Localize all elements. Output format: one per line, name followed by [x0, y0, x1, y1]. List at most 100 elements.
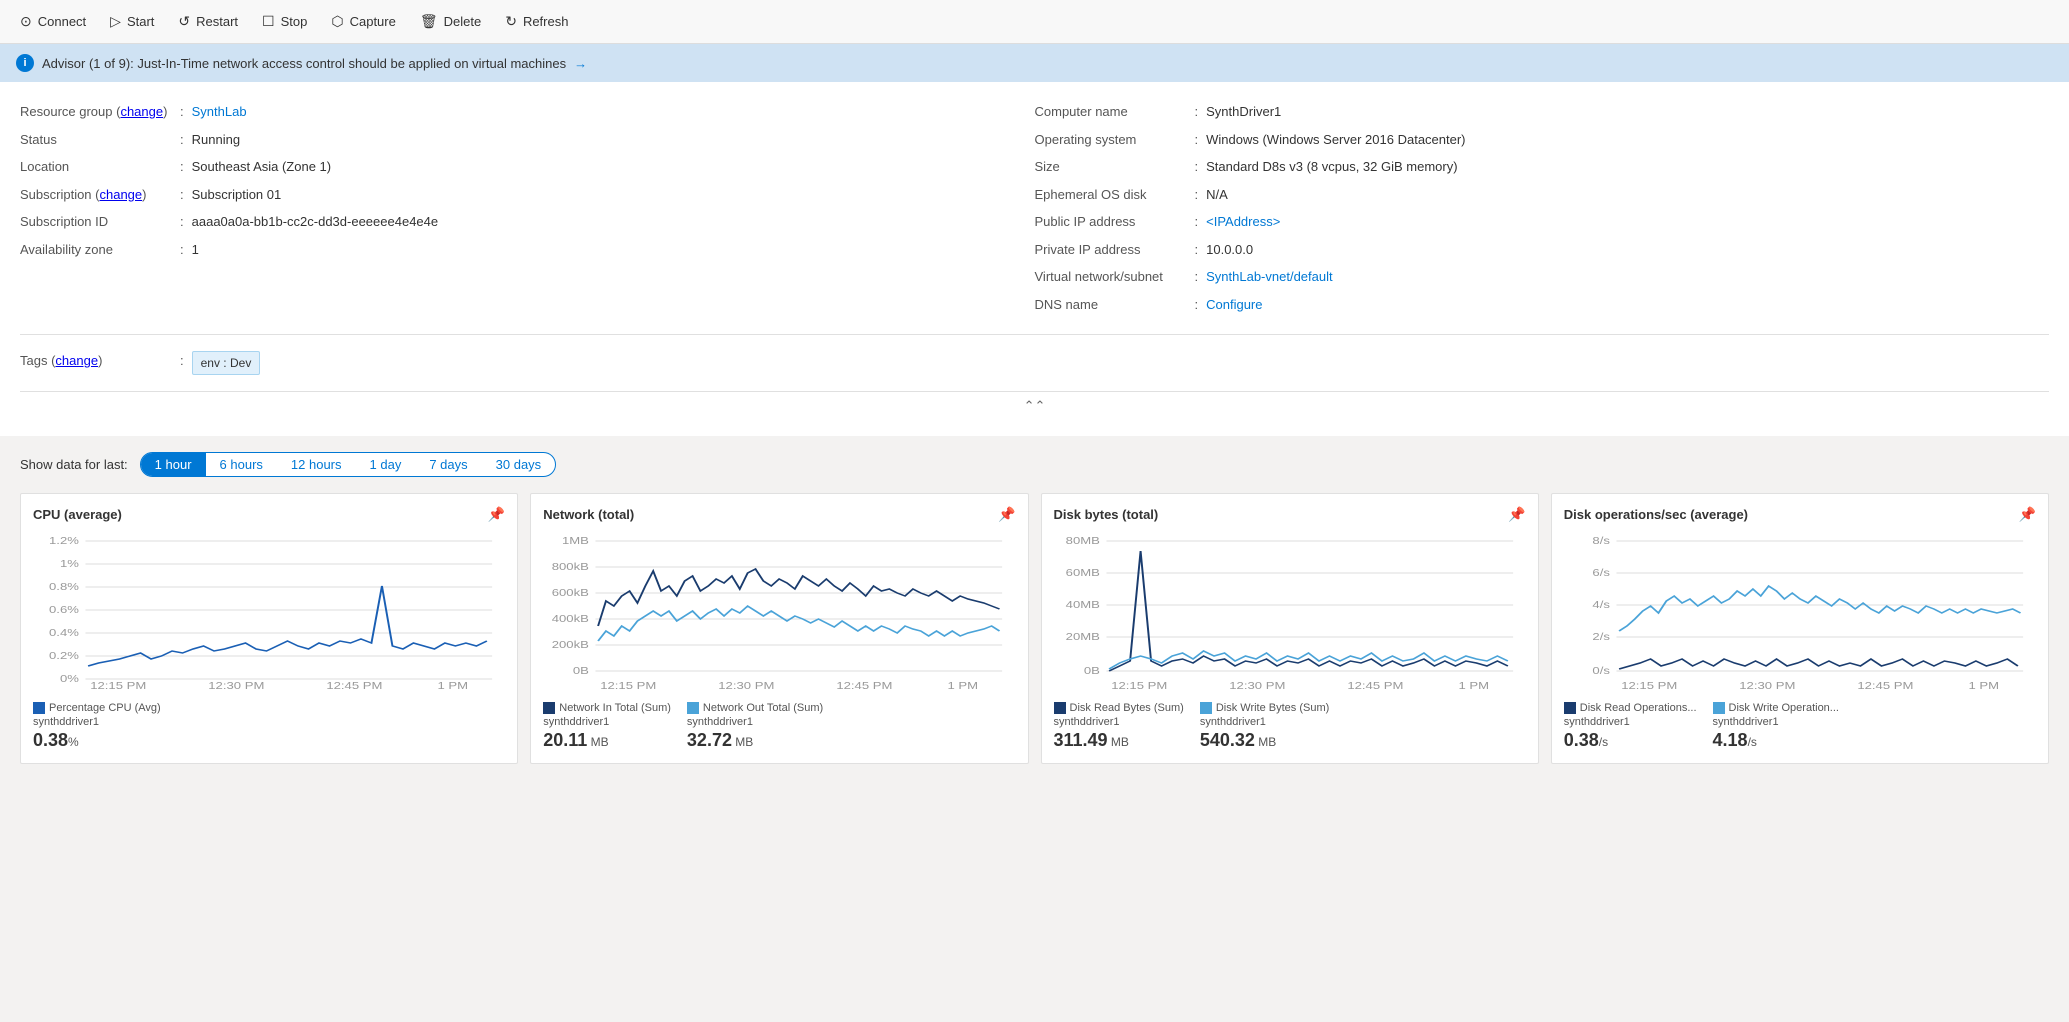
start-icon: ▷: [110, 13, 121, 30]
disk-bytes-chart-svg: 80MB 60MB 40MB 20MB 0B 12:15 PM 12:30 PM…: [1054, 531, 1526, 694]
svg-text:0.6%: 0.6%: [49, 604, 79, 615]
svg-text:12:15 PM: 12:15 PM: [1111, 680, 1167, 691]
delete-icon: 🗑: [420, 13, 438, 30]
advisor-text: Advisor (1 of 9): Just-In-Time network a…: [42, 56, 566, 71]
time-btn-7days[interactable]: 7 days: [415, 453, 481, 476]
change-resourcegroup-link[interactable]: change: [120, 104, 163, 119]
svg-text:1 PM: 1 PM: [948, 680, 979, 691]
time-btn-6hours[interactable]: 6 hours: [206, 453, 277, 476]
info-row-ephemeraldisk: Ephemeral OS disk : N/A: [1035, 181, 2050, 209]
svg-text:12:45 PM: 12:45 PM: [1347, 680, 1403, 691]
svg-text:1 PM: 1 PM: [437, 680, 468, 691]
svg-text:1 PM: 1 PM: [1968, 680, 1999, 691]
refresh-icon: ↻: [505, 13, 517, 30]
advisor-link[interactable]: →: [574, 56, 587, 71]
svg-text:12:45 PM: 12:45 PM: [326, 680, 382, 691]
capture-icon: ⬡: [331, 13, 343, 30]
cpu-chart-svg: 1.2% 1% 0.8% 0.6% 0.4% 0.2% 0% 12:15 PM …: [33, 531, 505, 694]
svg-text:0B: 0B: [1083, 665, 1099, 676]
disk-bytes-legend: Disk Read Bytes (Sum) synthddriver1 311.…: [1054, 702, 1526, 751]
info-row-subscriptionid: Subscription ID : aaaa0a0a-bb1b-cc2c-dd3…: [20, 208, 1035, 236]
stop-button[interactable]: ☐ Stop: [250, 0, 319, 43]
charts-grid: CPU (average) 📌 1.2% 1% 0.8%: [20, 493, 2049, 764]
cpu-pin-icon[interactable]: 📌: [488, 506, 505, 523]
info-row-privateip: Private IP address : 10.0.0.0: [1035, 236, 2050, 264]
disk-ops-chart-card: Disk operations/sec (average) 📌 8/s 6/s …: [1551, 493, 2049, 764]
svg-text:200kB: 200kB: [552, 639, 589, 650]
collapse-bar[interactable]: ⌃⌃: [20, 392, 2049, 420]
svg-text:1.2%: 1.2%: [49, 535, 79, 546]
svg-text:4/s: 4/s: [1592, 599, 1610, 610]
svg-text:2/s: 2/s: [1592, 631, 1610, 642]
capture-button[interactable]: ⬡ Capture: [319, 0, 407, 43]
dns-link[interactable]: Configure: [1206, 297, 1262, 312]
svg-text:12:30 PM: 12:30 PM: [208, 680, 264, 691]
data-filter: Show data for last: 1 hour 6 hours 12 ho…: [20, 452, 2049, 477]
tags-section: Tags (change) : env : Dev: [20, 335, 2049, 392]
network-chart-svg: 1MB 800kB 600kB 400kB 200kB 0B 12:15 PM …: [543, 531, 1015, 694]
network-pin-icon[interactable]: 📌: [998, 506, 1015, 523]
svg-text:400kB: 400kB: [552, 613, 589, 624]
info-row-subscription: Subscription (change) : Subscription 01: [20, 181, 1035, 209]
info-left: Resource group (change) : SynthLab Statu…: [20, 98, 1035, 318]
svg-text:6/s: 6/s: [1592, 567, 1610, 578]
time-btn-1hour[interactable]: 1 hour: [141, 453, 206, 476]
svg-text:12:30 PM: 12:30 PM: [719, 680, 775, 691]
disk-bytes-pin-icon[interactable]: 📌: [1508, 506, 1525, 523]
svg-text:600kB: 600kB: [552, 587, 589, 598]
disk-ops-pin-icon[interactable]: 📌: [2019, 506, 2036, 523]
info-row-dns: DNS name : Configure: [1035, 291, 2050, 319]
network-chart-title: Network (total): [543, 507, 634, 522]
info-row-vnet: Virtual network/subnet : SynthLab-vnet/d…: [1035, 263, 2050, 291]
cpu-legend-color: [33, 702, 45, 714]
change-subscription-link[interactable]: change: [99, 187, 142, 202]
disk-ops-chart-svg: 8/s 6/s 4/s 2/s 0/s 12:15 PM 12:30 PM 12…: [1564, 531, 2036, 694]
svg-text:0/s: 0/s: [1592, 665, 1610, 676]
refresh-button[interactable]: ↻ Refresh: [493, 0, 580, 43]
change-tags-link[interactable]: change: [55, 353, 98, 368]
svg-text:12:15 PM: 12:15 PM: [90, 680, 146, 691]
network-chart-card: Network (total) 📌 1MB 800kB 600kB 400kB …: [530, 493, 1028, 764]
start-button[interactable]: ▷ Start: [98, 0, 166, 43]
netout-legend-color: [687, 702, 699, 714]
info-icon: i: [16, 54, 34, 72]
connect-button[interactable]: ⊙ Connect: [8, 0, 98, 43]
network-legend: Network In Total (Sum) synthddriver1 20.…: [543, 702, 1015, 751]
restart-button[interactable]: ↺ Restart: [166, 0, 250, 43]
disk-bytes-chart-card: Disk bytes (total) 📌 80MB 60MB 40MB 20MB…: [1041, 493, 1539, 764]
cpu-chart-card: CPU (average) 📌 1.2% 1% 0.8%: [20, 493, 518, 764]
time-btn-12hours[interactable]: 12 hours: [277, 453, 356, 476]
vnet-link[interactable]: SynthLab-vnet/default: [1206, 269, 1332, 284]
svg-text:800kB: 800kB: [552, 561, 589, 572]
cpu-legend: Percentage CPU (Avg) synthddriver1 0.38%: [33, 702, 505, 751]
svg-text:12:45 PM: 12:45 PM: [1857, 680, 1913, 691]
svg-text:12:45 PM: 12:45 PM: [837, 680, 893, 691]
svg-text:20MB: 20MB: [1065, 631, 1100, 642]
disk-ops-legend: Disk Read Operations... synthddriver1 0.…: [1564, 702, 2036, 751]
svg-text:12:30 PM: 12:30 PM: [1229, 680, 1285, 691]
svg-text:8/s: 8/s: [1592, 535, 1610, 546]
connect-icon: ⊙: [20, 13, 32, 30]
stop-icon: ☐: [262, 13, 275, 30]
diskwrite-legend-color: [1200, 702, 1212, 714]
disk-bytes-chart-title: Disk bytes (total): [1054, 507, 1159, 522]
publicip-link[interactable]: <IPAddress>: [1206, 214, 1280, 229]
time-filter-group: 1 hour 6 hours 12 hours 1 day 7 days 30 …: [140, 452, 557, 477]
svg-text:1MB: 1MB: [562, 535, 589, 546]
info-row-os: Operating system : Windows (Windows Serv…: [1035, 126, 2050, 154]
cpu-chart-title: CPU (average): [33, 507, 122, 522]
svg-text:1%: 1%: [60, 558, 79, 569]
time-btn-30days[interactable]: 30 days: [482, 453, 556, 476]
svg-text:0.4%: 0.4%: [49, 627, 79, 638]
diskread-legend-color: [1054, 702, 1066, 714]
svg-text:0B: 0B: [573, 665, 589, 676]
resourcegroup-link[interactable]: SynthLab: [192, 104, 247, 119]
svg-text:12:15 PM: 12:15 PM: [600, 680, 656, 691]
svg-text:40MB: 40MB: [1065, 599, 1100, 610]
delete-button[interactable]: 🗑 Delete: [408, 0, 493, 43]
restart-icon: ↺: [178, 13, 190, 30]
data-filter-label: Show data for last:: [20, 457, 128, 472]
svg-text:0%: 0%: [60, 673, 79, 684]
tag-chip: env : Dev: [192, 351, 261, 375]
time-btn-1day[interactable]: 1 day: [356, 453, 416, 476]
